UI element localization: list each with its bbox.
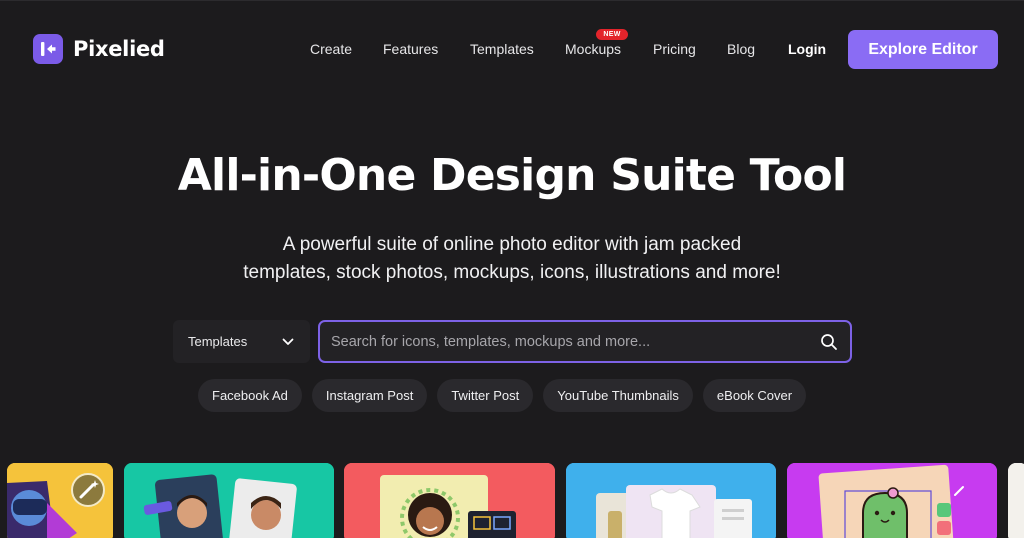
top-divider <box>0 0 1024 1</box>
template-card-partial[interactable] <box>1008 463 1024 538</box>
logo-text: Pixelied <box>73 37 165 61</box>
nav-mockups[interactable]: Mockups <box>565 41 621 57</box>
new-badge: NEW <box>596 29 628 40</box>
search-input[interactable] <box>331 333 818 350</box>
chip-youtube-thumbnails[interactable]: YouTube Thumbnails <box>543 379 693 412</box>
explore-editor-button[interactable]: Explore Editor <box>848 30 998 69</box>
template-card-illustration[interactable] <box>787 463 997 538</box>
nav-features[interactable]: Features <box>383 41 438 57</box>
chip-instagram-post[interactable]: Instagram Post <box>311 379 428 412</box>
template-card-social[interactable] <box>344 463 555 538</box>
pixelied-logo-icon <box>33 34 63 64</box>
template-card-mockup[interactable] <box>566 463 776 538</box>
logo[interactable]: Pixelied <box>33 34 165 64</box>
nav-blog[interactable]: Blog <box>727 41 755 57</box>
search-category-select[interactable]: Templates <box>173 320 310 363</box>
hero-subtitle: A powerful suite of online photo editor … <box>160 231 864 287</box>
hero-subtitle-line-1: A powerful suite of online photo editor … <box>282 234 742 255</box>
chip-twitter-post[interactable]: Twitter Post <box>437 379 534 412</box>
nav-templates[interactable]: Templates <box>470 41 534 57</box>
chevron-down-icon <box>282 333 294 351</box>
hero-title: All-in-One Design Suite Tool <box>177 150 847 201</box>
search-category-label: Templates <box>188 334 248 349</box>
template-card-magic[interactable] <box>7 463 113 538</box>
search-box <box>318 320 852 363</box>
hero-subtitle-line-2: templates, stock photos, mockups, icons,… <box>243 262 781 283</box>
template-card-profile[interactable] <box>124 463 334 538</box>
chip-ebook-cover[interactable]: eBook Cover <box>702 379 807 412</box>
nav-create[interactable]: Create <box>310 41 352 57</box>
nav-pricing[interactable]: Pricing <box>653 41 696 57</box>
search-icon[interactable] <box>818 331 840 353</box>
chip-facebook-ad[interactable]: Facebook Ad <box>198 379 302 412</box>
magic-wand-icon <box>71 473 105 507</box>
quick-search-chips: Facebook Ad Instagram Post Twitter Post … <box>198 379 807 412</box>
nav-login[interactable]: Login <box>788 41 826 57</box>
